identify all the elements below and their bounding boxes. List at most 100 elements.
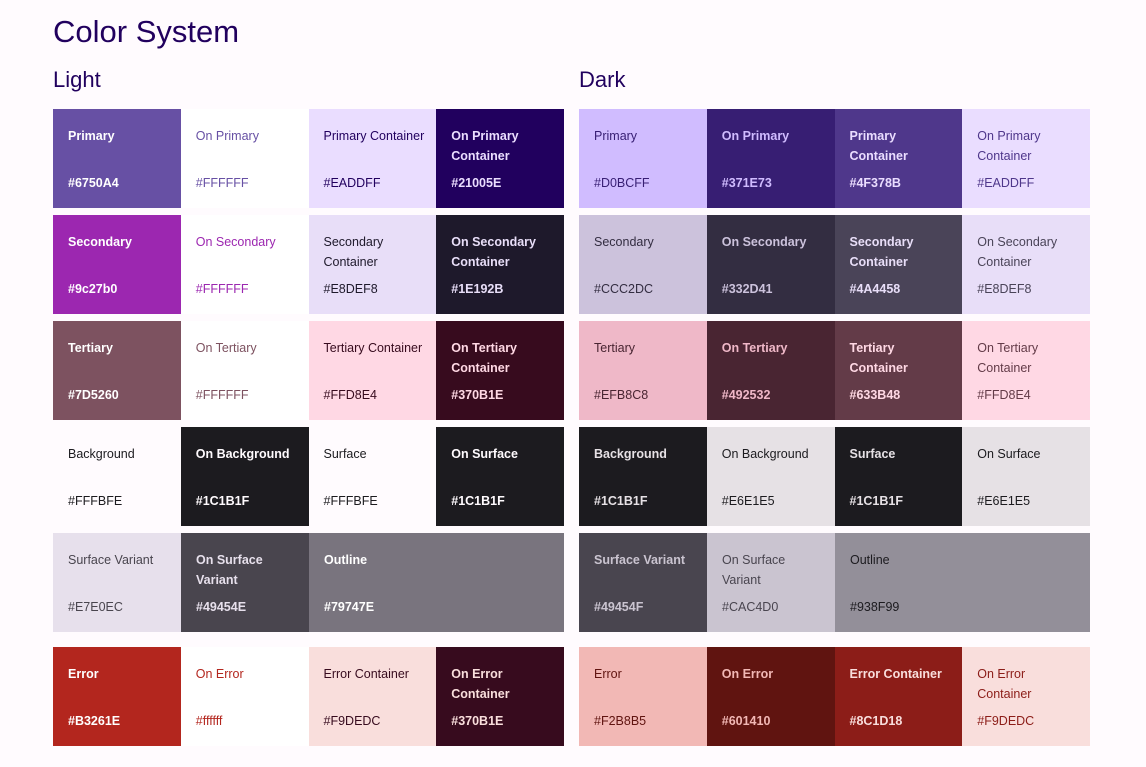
swatch-hex: #EADDFF	[323, 176, 381, 190]
swatch-hex: #EFB8C8	[594, 388, 649, 402]
dark-swatch-tertiary: Tertiary #EFB8C8	[579, 321, 707, 420]
swatch-name: On Surface	[451, 447, 518, 461]
light-swatch-surface-variant: Surface Variant #E7E0EC	[53, 533, 181, 632]
swatch-name: Error Container	[849, 667, 942, 681]
swatch-hex: #1C1B1F	[594, 494, 648, 508]
dark-swatch-on-secondary: On Secondary #332D41	[706, 215, 835, 314]
swatch-hex: #B3261E	[68, 714, 121, 728]
dark-swatch-primary: Primary #D0BCFF	[579, 109, 707, 208]
swatch-name: Outline	[324, 553, 368, 567]
swatch-name: On Primary	[195, 129, 259, 143]
swatch-name: On Secondary Container	[451, 235, 536, 269]
swatch-name: On Primary Container	[451, 129, 519, 163]
light-swatch-on-error: On Error #ffffff	[180, 647, 309, 746]
swatch-name: On Background	[721, 447, 809, 461]
swatch-hex: #FFD8E4	[323, 388, 378, 402]
swatch-row: Background #FFFBFE On Background #1C1B1F Sur…	[53, 427, 564, 526]
swatch-name: On Error	[721, 667, 774, 681]
swatch-hex: #4F378B	[849, 176, 901, 190]
swatch-hex: #7D5260	[68, 388, 119, 402]
swatch-hex: #370B1E	[451, 388, 504, 402]
swatch-hex: #FFFFFF	[195, 282, 249, 296]
swatch-row: Secondary #CCC2DC On Secondary #332D41 Secon…	[579, 215, 1090, 314]
light-swatch-outline: Outline #79747E	[309, 533, 564, 632]
light-swatch-tertiary: Tertiary #7D5260	[53, 321, 181, 420]
swatch-name: On Surface Variant	[196, 553, 263, 587]
light-swatch-surface: Surface #FFFBFE	[308, 427, 437, 526]
light-swatch-tertiary-container: Tertiary Container #FFD8E4	[308, 321, 437, 420]
swatch-name: Primary Container	[849, 129, 908, 163]
swatch-name: Primary	[594, 129, 638, 143]
swatch-row: Secondary #9c27b0 On Secondary #FFFFFF Secon…	[53, 215, 564, 314]
swatch-row: Surface Variant #49454F On Surface Variant…	[579, 533, 1090, 632]
dark-swatch-outline: Outline #938F99	[835, 533, 1090, 632]
swatch-name: On Error	[195, 667, 244, 681]
dark-swatch-on-primary: On Primary #371E73	[706, 109, 835, 208]
dark-swatch-primary-container: Primary Container #4F378B	[834, 109, 963, 208]
swatch-name: On Error Container	[451, 667, 510, 701]
swatch-hex: #370B1E	[451, 714, 504, 728]
swatch-name: Error	[594, 667, 622, 681]
swatch-hex: #1E192B	[451, 282, 504, 296]
swatch-name: Secondary	[68, 235, 132, 249]
swatch-hex: #1C1B1F	[849, 494, 904, 508]
swatch-hex: #633B48	[849, 388, 901, 402]
swatch-name: On Tertiary Container	[451, 341, 518, 375]
swatch-name: Tertiary	[594, 341, 635, 355]
swatch-name: Tertiary Container	[849, 341, 908, 375]
swatch-row: Background #1C1B1F On Background #E6E1E5 Sur…	[579, 427, 1090, 526]
swatch-hex: #EADDFF	[977, 176, 1035, 190]
dark-palette: Primary #D0BCFF On Primary #371E73 Primary C…	[579, 109, 1090, 753]
dark-swatch-on-error-container: On Error Container #F9DEDC	[962, 647, 1090, 746]
swatch-name: Tertiary	[68, 341, 113, 355]
swatch-hex: #D0BCFF	[594, 176, 650, 190]
swatch-hex: #601410	[721, 714, 771, 728]
swatch-hex: #6750A4	[68, 176, 119, 190]
dark-swatch-secondary: Secondary #CCC2DC	[579, 215, 707, 314]
swatch-name: Background	[594, 447, 667, 461]
dark-swatch-error-container: Error Container #8C1D18	[834, 647, 963, 746]
dark-swatch-on-error: On Error #601410	[706, 647, 835, 746]
dark-swatch-on-background: On Background #E6E1E5	[706, 427, 835, 526]
swatch-hex: #4A4458	[849, 282, 901, 296]
swatch-hex: #E6E1E5	[721, 494, 775, 508]
swatch-hex: #FFFFFF	[195, 176, 249, 190]
swatch-hex: #492532	[721, 388, 771, 402]
light-swatch-error-container: Error Container #F9DEDC	[308, 647, 437, 746]
swatch-hex: #21005E	[451, 176, 502, 190]
swatch-name: Outline	[850, 553, 890, 567]
swatch-hex: #E7E0EC	[68, 600, 123, 614]
dark-swatch-on-surface-variant: On Surface Variant #CAC4D0	[707, 533, 835, 632]
dark-swatch-surface: Surface #1C1B1F	[834, 427, 963, 526]
light-swatch-background: Background #FFFBFE	[53, 427, 181, 526]
swatch-name: Error	[68, 667, 99, 681]
dark-theme-heading: Dark	[579, 67, 626, 92]
swatch-name: On Background	[195, 447, 290, 461]
swatch-hex: #FFD8E4	[977, 388, 1031, 402]
swatch-name: Secondary Container	[849, 235, 914, 269]
swatch-hex: #CAC4D0	[722, 600, 779, 614]
dark-swatch-on-tertiary-container: On Tertiary Container #FFD8E4	[962, 321, 1090, 420]
swatch-row: Primary #6750A4 On Primary #FFFFFF Primary C…	[53, 109, 564, 208]
swatch-name: Background	[68, 447, 135, 461]
swatch-hex: #938F99	[850, 600, 900, 614]
swatch-hex: #E8DEF8	[323, 282, 378, 296]
swatch-hex: #E6E1E5	[977, 494, 1031, 508]
light-swatch-on-surface: On Surface #1C1B1F	[436, 427, 564, 526]
light-swatch-on-surface-variant: On Surface Variant #49454E	[181, 533, 309, 632]
light-swatch-on-secondary: On Secondary #FFFFFF	[180, 215, 309, 314]
swatch-name: On Primary	[721, 129, 790, 143]
light-swatch-on-tertiary-container: On Tertiary Container #370B1E	[436, 321, 564, 420]
swatch-hex: #F9DEDC	[323, 714, 381, 728]
swatch-hex: #F9DEDC	[977, 714, 1035, 728]
dark-swatch-on-secondary-container: On Secondary Container #E8DEF8	[962, 215, 1090, 314]
light-swatch-on-secondary-container: On Secondary Container #1E192B	[436, 215, 564, 314]
dark-swatch-tertiary-container: Tertiary Container #633B48	[834, 321, 963, 420]
swatch-name: Secondary Container	[323, 235, 384, 269]
swatch-hex: #49454E	[196, 600, 247, 614]
swatch-name: Surface	[849, 447, 896, 461]
swatch-name: On Surface	[977, 447, 1041, 461]
swatch-name: Primary Container	[323, 129, 425, 143]
swatch-hex: #371E73	[721, 176, 772, 190]
swatch-name: Tertiary Container	[323, 341, 423, 355]
